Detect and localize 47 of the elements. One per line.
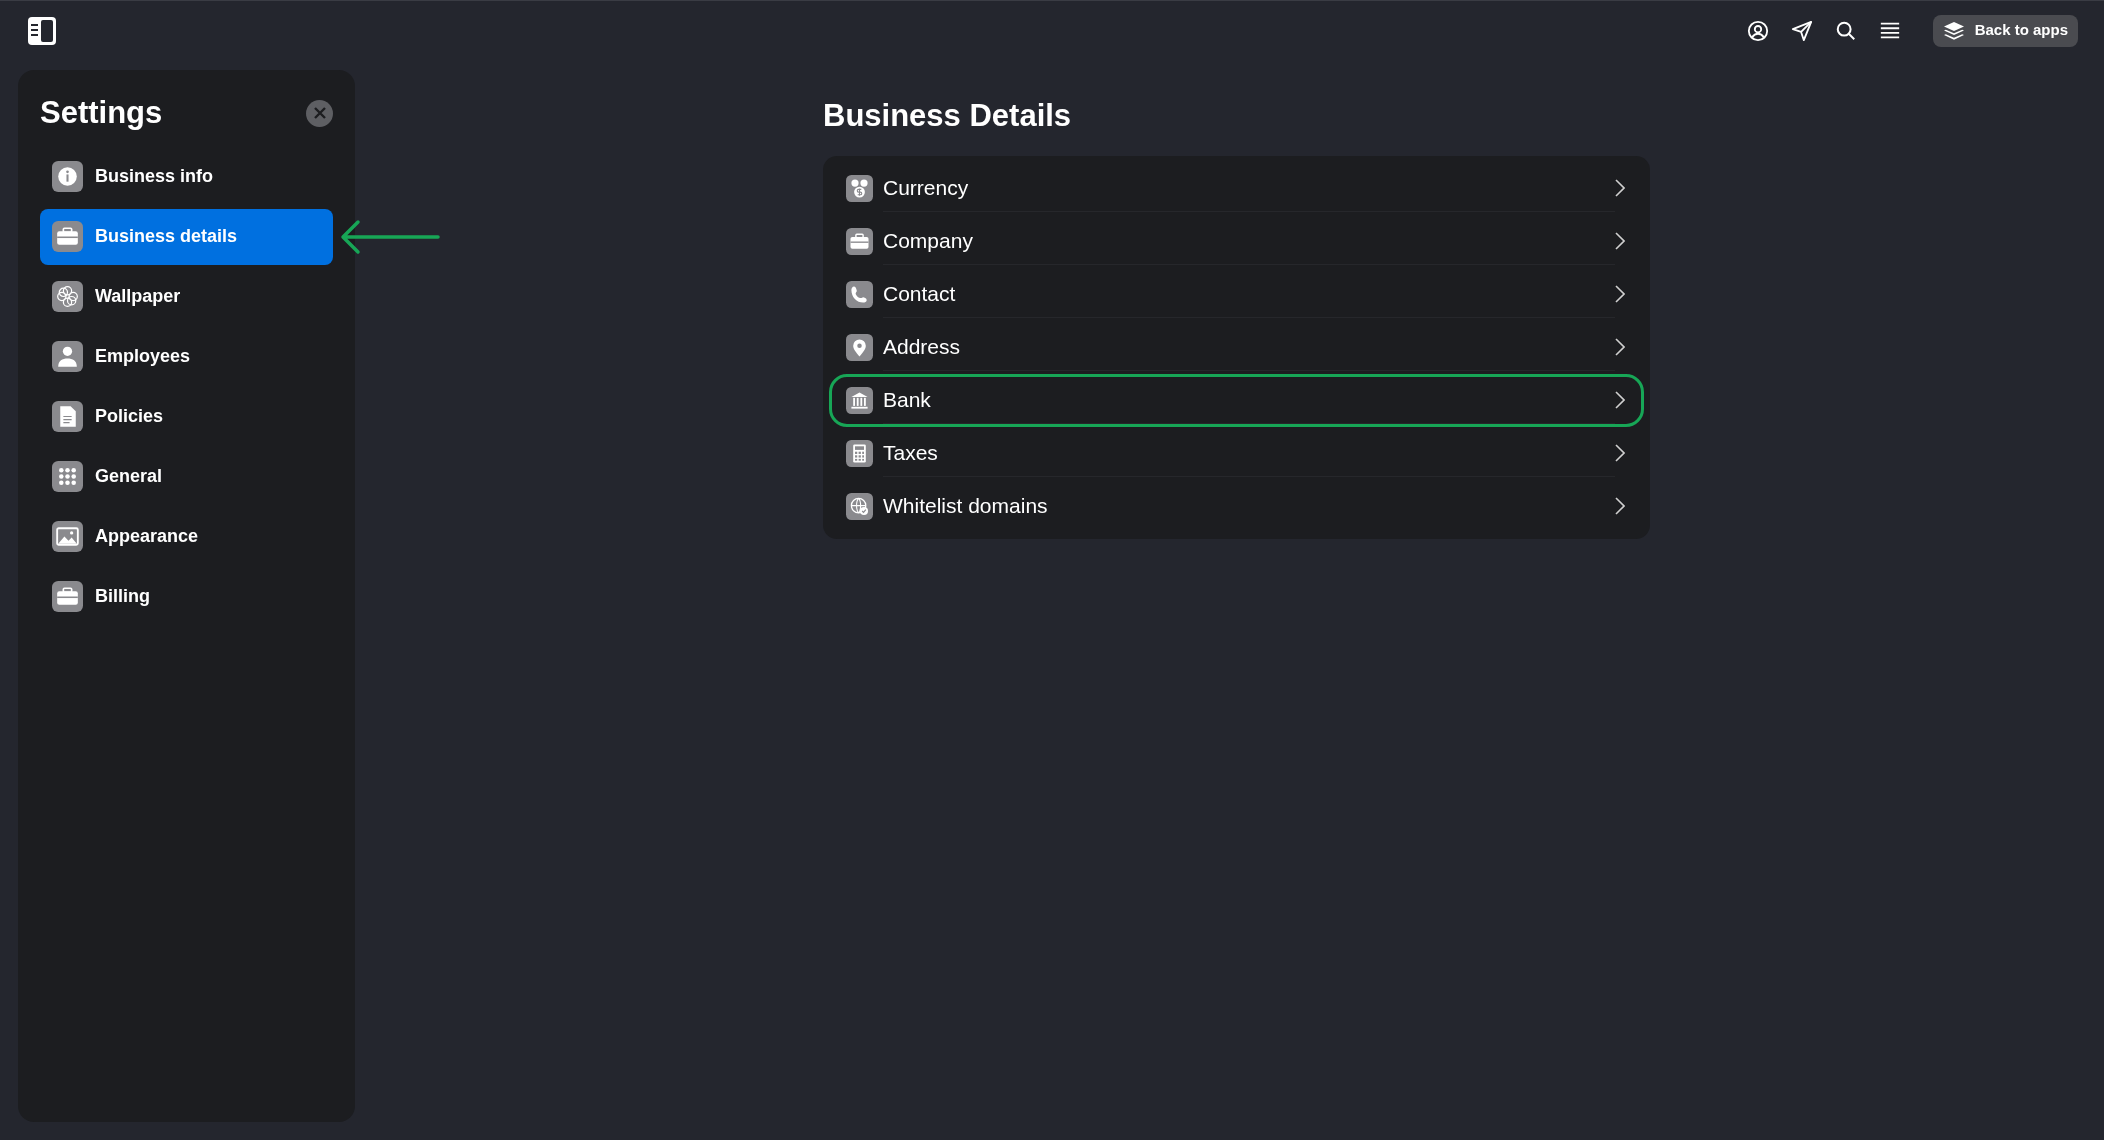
close-icon <box>313 107 326 120</box>
layers-icon <box>1942 20 1965 41</box>
details-row[interactable]: Contact <box>829 267 1644 321</box>
user-icon[interactable] <box>1746 19 1769 42</box>
search-icon[interactable] <box>1834 19 1857 42</box>
chevron-right-icon <box>1615 391 1625 409</box>
bank-icon <box>846 386 873 414</box>
sidebar-item[interactable]: Employees <box>40 328 333 385</box>
location-pin-icon <box>846 333 873 361</box>
phone-icon <box>846 280 873 308</box>
chevron-right-icon <box>1615 285 1625 303</box>
grid-icon <box>52 461 83 492</box>
panel-title: Settings <box>40 94 163 132</box>
back-to-apps-button[interactable]: Back to apps <box>1932 14 2078 47</box>
briefcase-icon <box>52 581 83 612</box>
sidebar-item[interactable]: Appearance <box>40 508 333 565</box>
sidebar-item[interactable]: Business details <box>40 208 333 265</box>
flower-icon <box>52 281 83 312</box>
sidebar-item[interactable]: Policies <box>40 388 333 445</box>
sidebar-item[interactable]: Business info <box>40 148 333 205</box>
chevron-right-icon <box>1615 232 1625 250</box>
chevron-right-icon <box>1615 179 1625 197</box>
details-row[interactable]: Address <box>829 320 1644 374</box>
sidebar-toggle-icon[interactable] <box>26 14 58 47</box>
close-button[interactable] <box>306 99 333 127</box>
details-row[interactable]: Whitelist domains <box>829 479 1644 533</box>
image-icon <box>52 521 83 552</box>
briefcase-icon <box>846 227 873 255</box>
sidebar-item[interactable]: General <box>40 448 333 505</box>
sidebar-item[interactable]: Wallpaper <box>40 268 333 325</box>
page-title: Business Details <box>823 97 1073 135</box>
chevron-right-icon <box>1615 497 1625 515</box>
details-row[interactable]: Bank <box>829 373 1644 427</box>
details-row[interactable]: Taxes <box>829 426 1644 480</box>
globe-check-icon <box>846 492 873 520</box>
sidebar-item[interactable]: Billing <box>40 568 333 625</box>
chevron-right-icon <box>1615 338 1625 356</box>
details-row[interactable]: Currency <box>829 161 1644 215</box>
details-row[interactable]: Company <box>829 214 1644 268</box>
coins-icon <box>846 174 873 202</box>
info-icon <box>52 161 83 192</box>
chevron-right-icon <box>1615 444 1625 462</box>
briefcase-icon <box>52 221 83 252</box>
person-icon <box>52 341 83 372</box>
document-icon <box>52 401 83 432</box>
send-icon[interactable] <box>1790 19 1813 42</box>
calculator-icon <box>846 439 873 467</box>
